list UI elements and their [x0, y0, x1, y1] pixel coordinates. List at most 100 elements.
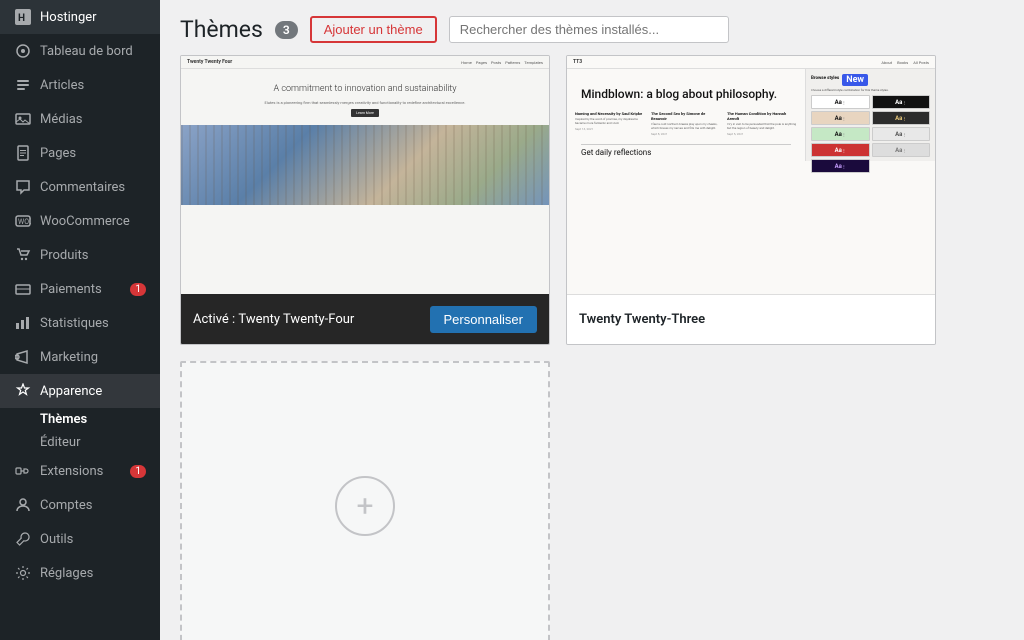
svg-text:H: H [18, 13, 25, 24]
articles-icon [14, 76, 32, 94]
add-theme-plus-icon: + [335, 476, 395, 536]
produits-icon [14, 246, 32, 264]
sidebar-item-label: Apparence [40, 384, 102, 399]
sidebar-item-label: Produits [40, 248, 89, 263]
style-item-8: Aa⋮ [872, 143, 931, 157]
sidebar-item-label: Marketing [40, 350, 98, 365]
sidebar-item-marketing[interactable]: Marketing [0, 340, 160, 374]
theme-card-twenty-twenty-four[interactable]: Twenty Twenty Four Home Pages Posts Patt… [180, 55, 550, 345]
sidebar-item-woocommerce[interactable]: WOO WooCommerce [0, 204, 160, 238]
sidebar-item-label: Articles [40, 78, 84, 93]
ttt-article-text: Inspired by the word of promise, my dayd… [575, 118, 645, 126]
hostinger-icon: H [14, 8, 32, 26]
ttt-article-date: Sept 13, 2021 [575, 127, 645, 131]
ttf-preview: Twenty Twenty Four Home Pages Posts Patt… [181, 56, 549, 296]
style-item-9: Aa⋮ [811, 159, 870, 173]
sidebar-item-statistiques[interactable]: Statistiques [0, 306, 160, 340]
comptes-icon [14, 496, 32, 514]
sidebar-sub-themes[interactable]: Thèmes [0, 408, 160, 431]
sidebar-item-hostinger[interactable]: H Hostinger [0, 0, 160, 34]
theme-name-bar: Twenty Twenty-Three [567, 294, 935, 344]
ttt-nav-logo: TT3 [573, 59, 582, 65]
customize-button[interactable]: Personnaliser [430, 306, 538, 333]
ttt-footer-section: Get daily reflections [567, 140, 805, 161]
sidebar-item-medias[interactable]: Médias [0, 102, 160, 136]
style-item-7: Aa⋮ [811, 143, 870, 157]
ttf-hero: A commitment to innovation and sustainab… [181, 69, 549, 125]
sidebar-item-label: Hostinger [40, 10, 97, 25]
ttt-article-title: Naming and Necessity by Saul Kripke [575, 111, 645, 116]
sidebar-item-label: Extensions [40, 464, 103, 479]
ttt-footer-text1: Get daily reflections [581, 148, 791, 157]
theme-screenshot: Twenty Twenty Four Home Pages Posts Patt… [181, 56, 549, 296]
ttf-nav-logo: Twenty Twenty Four [187, 59, 232, 65]
main-content: Thèmes 3 Ajouter un thème Twenty Twenty … [160, 0, 1024, 640]
search-input[interactable] [449, 16, 729, 43]
ttf-image [181, 125, 549, 205]
sidebar-item-reglages[interactable]: Réglages [0, 556, 160, 590]
ttf-hero-btn: Learn More [351, 109, 379, 117]
themes-grid: Twenty Twenty Four Home Pages Posts Patt… [160, 55, 1024, 640]
sidebar-item-paiements[interactable]: Paiements 1 [0, 272, 160, 306]
sidebar-item-label: Tableau de bord [40, 44, 133, 59]
marketing-icon [14, 348, 32, 366]
sidebar-item-label: Comptes [40, 498, 92, 513]
styles-badge: New [842, 74, 868, 86]
theme-active-label: Activé : Twenty Twenty-Four [193, 312, 354, 327]
page-title: Thèmes [180, 16, 263, 43]
statistiques-icon [14, 314, 32, 332]
sidebar-item-extensions[interactable]: Extensions 1 [0, 454, 160, 488]
dashboard-icon [14, 42, 32, 60]
paiements-icon [14, 280, 32, 298]
sidebar-item-outils[interactable]: Outils [0, 522, 160, 556]
theme-screenshot-ttt: TT3 About Books All Posts Mindblown: a b… [567, 56, 935, 296]
page-header: Thèmes 3 Ajouter un thème [160, 0, 1024, 55]
sidebar-item-label: Paiements [40, 282, 102, 297]
ttt-article-text: I feel a cold northern breeze play upon … [651, 123, 721, 131]
theme-active-bar: Activé : Twenty Twenty-Four Personnalise… [181, 294, 549, 344]
style-item-5: Aa⋮ [811, 127, 870, 141]
paiements-badge: 1 [130, 283, 146, 296]
sidebar-item-articles[interactable]: Articles [0, 68, 160, 102]
style-item-4: Aa⋮ [872, 111, 931, 125]
sidebar: H Hostinger Tableau de bord Articles [0, 0, 160, 640]
apparence-icon [14, 382, 32, 400]
sidebar-item-comptes[interactable]: Comptes [0, 488, 160, 522]
theme-card-twenty-twenty-three[interactable]: TT3 About Books All Posts Mindblown: a b… [566, 55, 936, 345]
ttt-style-grid: Aa⋮ Aa⋮ Aa⋮ Aa⋮ Aa⋮ Aa⋮ Aa⋮ Aa⋮ Aa⋮ [811, 95, 930, 173]
ttt-nav-links: About Books All Posts [881, 60, 929, 65]
sub-item-label: Thèmes [40, 412, 87, 427]
ttt-sidebar-title: Browse styles [811, 76, 839, 81]
ttf-hero-text: A commitment to innovation and sustainab… [191, 83, 539, 96]
style-item-1: Aa⋮ [811, 95, 870, 109]
ttt-article-text: I try in vain to be persuaded that the p… [727, 123, 797, 131]
sidebar-item-label: Commentaires [40, 180, 125, 195]
sidebar-item-dashboard[interactable]: Tableau de bord [0, 34, 160, 68]
ttf-nav-links: Home Pages Posts Patterns Templates [461, 60, 543, 65]
sidebar-sub-editeur[interactable]: Éditeur [0, 431, 160, 454]
ttt-articles: Naming and Necessity by Saul Kripke Insp… [567, 107, 805, 140]
sub-item-label: Éditeur [40, 435, 80, 450]
ttt-hero-text: Mindblown: a blog about philosophy. [567, 69, 805, 107]
extensions-icon [14, 462, 32, 480]
sidebar-item-commentaires[interactable]: Commentaires [0, 170, 160, 204]
style-item-3: Aa⋮ [811, 111, 870, 125]
ttf-hero-sub: Elutes is a pioneering firm that seamles… [191, 100, 539, 105]
ttt-article-title: The Second Sex by Simone de Beauvoir [651, 111, 721, 121]
sidebar-item-label: Médias [40, 112, 83, 127]
sidebar-item-produits[interactable]: Produits [0, 238, 160, 272]
add-theme-card[interactable]: + [180, 361, 550, 640]
ttt-article-title: The Human Condition by Hannah Arendt [727, 111, 797, 121]
pages-icon [14, 144, 32, 162]
sidebar-item-label: WooCommerce [40, 214, 130, 229]
sidebar-item-apparence[interactable]: Apparence [0, 374, 160, 408]
add-theme-button[interactable]: Ajouter un thème [310, 16, 437, 43]
sidebar-item-pages[interactable]: Pages [0, 136, 160, 170]
ttt-sidebar-sub: Choose a different style combination for… [811, 88, 930, 92]
theme-count-badge: 3 [275, 21, 298, 39]
ttt-sidebar-header: Browse styles New [811, 74, 930, 86]
ttt-article-3: The Human Condition by Hannah Arendt I t… [727, 111, 797, 136]
medias-icon [14, 110, 32, 128]
ttt-article-date: Sept 8, 2021 [651, 132, 721, 136]
ttt-article-2: The Second Sex by Simone de Beauvoir I f… [651, 111, 721, 136]
